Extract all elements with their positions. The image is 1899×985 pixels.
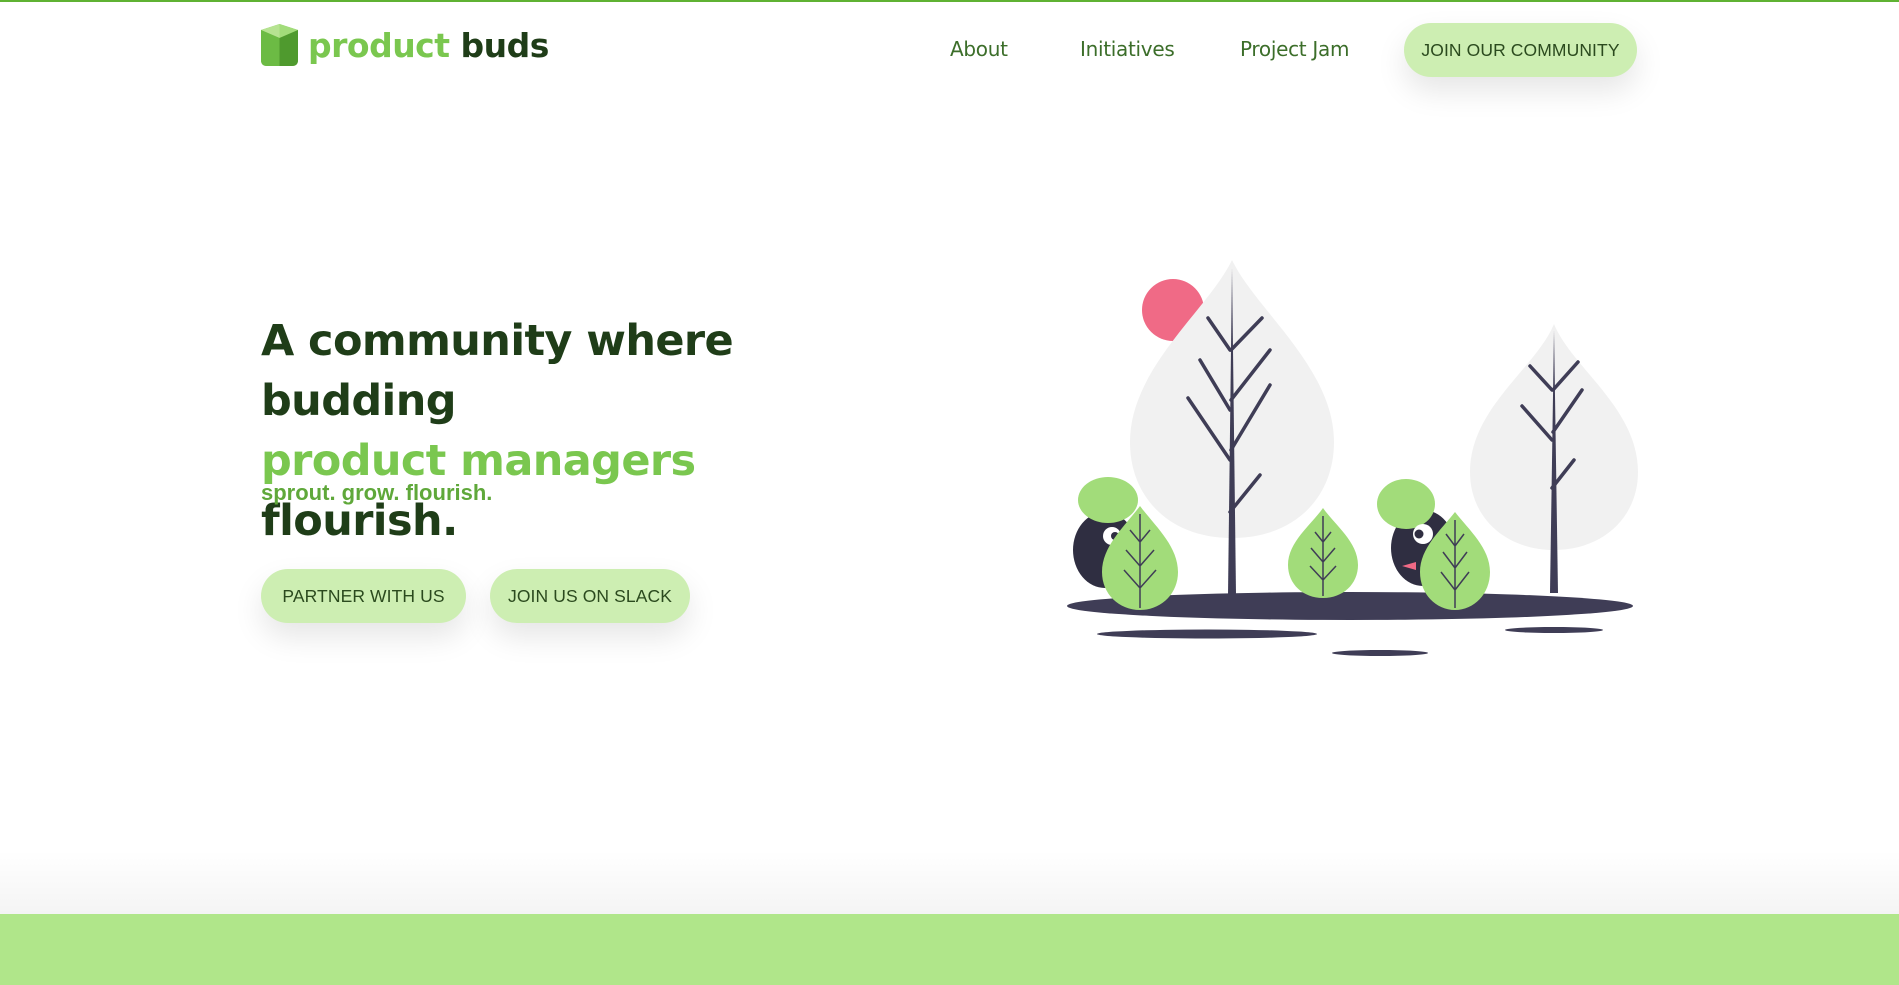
ground-puddle: [1097, 629, 1317, 639]
top-border: [0, 0, 1899, 2]
page: product buds About Initiatives Project J…: [0, 0, 1899, 985]
nav-link-initiatives[interactable]: Initiatives: [1080, 37, 1175, 61]
leaf-box-logo-icon: [261, 24, 298, 66]
brand-logo[interactable]: product buds: [261, 24, 549, 66]
ground-puddle: [1332, 650, 1428, 656]
next-section-band: [0, 914, 1899, 985]
headline-part1: A community where budding: [261, 316, 734, 426]
trees-with-hiding-creatures-illustration: [1060, 250, 1640, 674]
brand-name: product buds: [308, 29, 549, 62]
bush-icon: [1288, 508, 1358, 598]
nav-link-about[interactable]: About: [950, 37, 1008, 61]
section-divider-shadow: [0, 850, 1899, 914]
hero-tagline: sprout. grow. flourish.: [261, 480, 493, 505]
brand-name-part2: buds: [460, 25, 550, 65]
headline-highlight: product managers: [261, 436, 696, 486]
nav-link-project-jam[interactable]: Project Jam: [1240, 37, 1349, 61]
tree-icon: [1470, 324, 1638, 593]
hero-headline: A community where budding product manage…: [261, 311, 901, 551]
join-slack-button[interactable]: JOIN US ON SLACK: [490, 569, 690, 623]
ground-puddle: [1505, 627, 1603, 633]
join-community-button[interactable]: JOIN OUR COMMUNITY: [1404, 23, 1637, 77]
brand-name-part1: product: [308, 25, 450, 65]
partner-with-us-button[interactable]: PARTNER WITH US: [261, 569, 466, 623]
